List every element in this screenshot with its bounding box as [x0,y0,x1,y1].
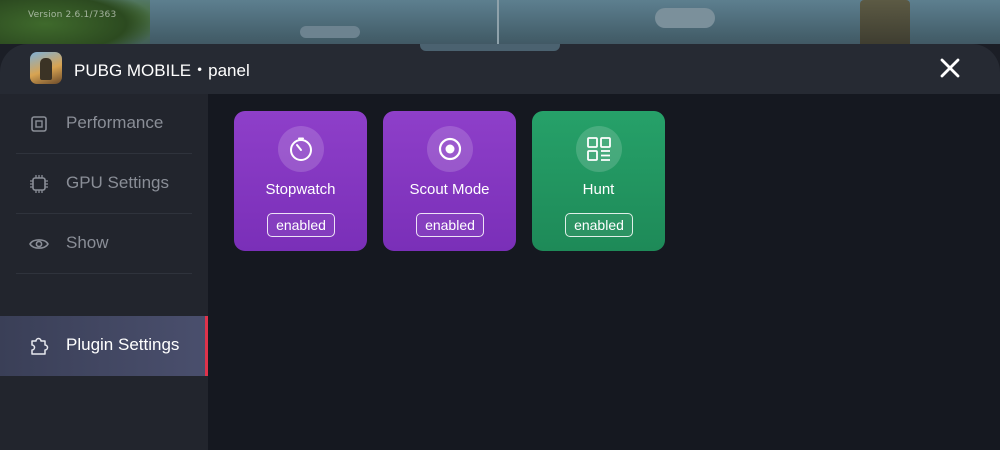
sidebar-item-label: Show [66,233,109,252]
plugin-name: Hunt [582,181,615,198]
sidebar-item-label: GPU Settings [66,173,169,192]
pole-scenery [497,0,499,50]
panel-header: PUBG MOBILE・panel [0,44,1000,94]
sidebar-item-label: Plugin Settings [66,335,180,354]
plugin-name: Scout Mode [409,181,490,198]
sidebar-item-label: Performance [66,113,164,132]
status-badge: enabled [416,213,484,237]
plugin-panel: PUBG MOBILE・panel Performance GPU Settin… [0,44,1000,450]
plugin-name: Stopwatch [265,181,336,198]
hunt-grid-icon [576,126,622,172]
plugin-card-scout-mode[interactable]: Scout Mode enabled [383,111,516,251]
stopwatch-icon [278,126,324,172]
sidebar-item-show[interactable]: Show [0,214,208,274]
version-text: Version 2.6.1/7363 [28,10,117,20]
tower-scenery [860,0,910,45]
pubg-app-icon [30,52,62,84]
plugin-card-hunt[interactable]: Hunt enabled [532,111,665,251]
close-icon [940,58,960,78]
gpu-chip-icon [28,173,50,195]
plugin-grid: Stopwatch enabled Scout Mode enabled Hun… [208,94,1000,450]
panel-title: PUBG MOBILE・panel [74,61,250,80]
sidebar-item-plugin-settings[interactable]: Plugin Settings [0,316,208,376]
chip-icon [28,113,50,135]
sidebar: Performance GPU Settings Show Plugin Set… [0,94,208,450]
vehicle-scenery [655,8,715,28]
status-badge: enabled [565,213,633,237]
vehicle-scenery [300,26,360,38]
header-notch [420,44,560,51]
close-button[interactable] [936,54,964,82]
scout-target-icon [427,126,473,172]
eye-icon [28,233,50,255]
divider [16,273,192,274]
status-badge: enabled [267,213,335,237]
app-icon-figure [40,58,52,80]
plugin-card-stopwatch[interactable]: Stopwatch enabled [234,111,367,251]
puzzle-icon [28,335,50,357]
sidebar-item-gpu-settings[interactable]: GPU Settings [0,154,208,214]
sidebar-item-performance[interactable]: Performance [0,94,208,154]
